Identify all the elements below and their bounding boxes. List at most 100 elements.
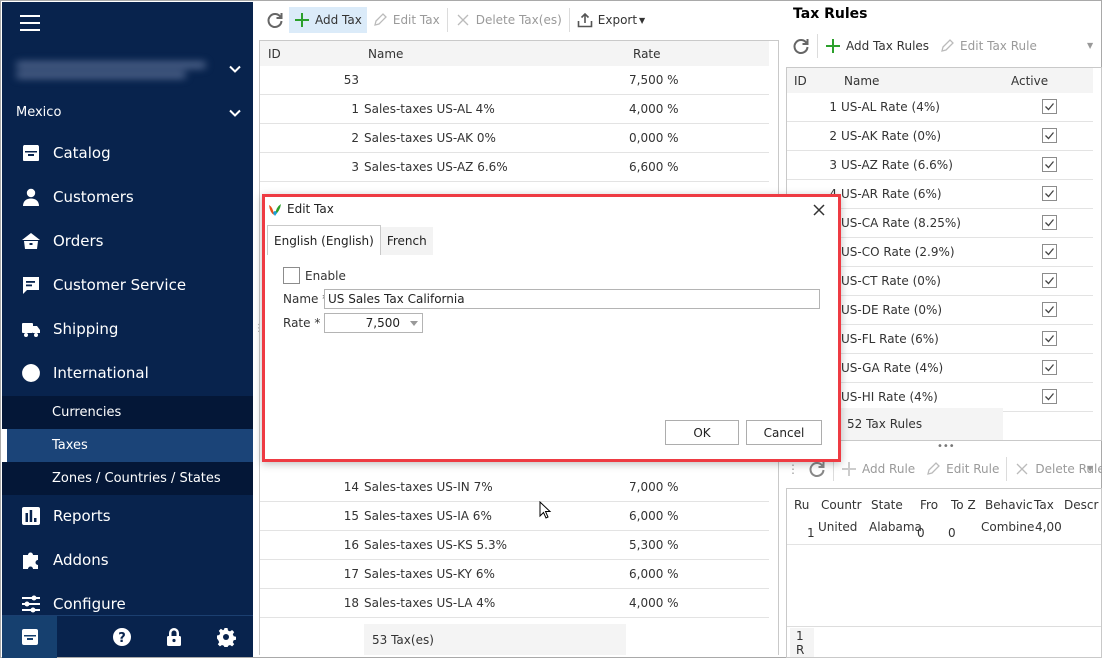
edit-tax-button[interactable]: Edit Tax [367, 7, 445, 33]
customer-icon [20, 186, 42, 208]
help-button[interactable]: ? [106, 616, 138, 658]
app-logo-icon [269, 204, 281, 216]
tax-rules-count: 52 Tax Rules [839, 408, 1003, 440]
cancel-button[interactable]: Cancel [746, 420, 822, 445]
toolbar-overflow-icon[interactable]: ▼ [1087, 464, 1093, 473]
column-header-active[interactable]: Active [1011, 74, 1048, 88]
table-row[interactable]: 2 Sales-taxes US-AK 0% 0,000 % [260, 124, 769, 153]
cell-rate: 4,000 % [629, 596, 679, 610]
table-row[interactable]: 16 Sales-taxes US-KS 5.3% 5,300 % [260, 531, 769, 560]
active-checkbox[interactable] [1042, 302, 1057, 317]
active-checkbox[interactable] [1042, 389, 1057, 404]
column-header[interactable]: Tax [1034, 498, 1054, 512]
sidebar-subitem-zones[interactable]: Zones / Countries / States [2, 462, 253, 495]
edit-tax-rule-button[interactable]: Edit Tax Rule [934, 33, 1042, 59]
ok-button[interactable]: OK [665, 420, 739, 445]
cell-name: US-AL Rate (4%) [841, 100, 940, 114]
check-icon [1045, 277, 1054, 285]
cell-id: 15 [343, 509, 359, 523]
sidebar-subitem-currencies[interactable]: Currencies [2, 396, 253, 429]
add-tax-rules-button[interactable]: Add Tax Rules [820, 33, 934, 59]
active-checkbox[interactable] [1042, 157, 1057, 172]
basket-icon [20, 230, 42, 252]
table-row[interactable]: 1 United Alabama 0 0 Combine 4,00 [787, 517, 1101, 545]
sidebar-subitem-taxes[interactable]: Taxes [2, 429, 253, 462]
active-checkbox[interactable] [1042, 186, 1057, 201]
table-row[interactable]: 3 US-AZ Rate (6.6%) [787, 151, 1093, 180]
store-selector[interactable] [16, 58, 216, 84]
check-icon [1045, 132, 1054, 140]
column-header-name[interactable]: Name [844, 74, 879, 88]
sidebar-item-label: Orders [53, 232, 104, 250]
lock-button[interactable] [158, 616, 190, 658]
export-button[interactable]: Export ▼ [572, 7, 650, 33]
refresh-icon [267, 13, 283, 28]
column-header-name[interactable]: Name [368, 47, 403, 61]
add-tax-button[interactable]: Add Tax [289, 7, 367, 33]
hamburger-menu-icon[interactable] [20, 15, 40, 31]
cell-rate: 0,000 % [629, 131, 679, 145]
edit-rule-button[interactable]: Edit Rule [920, 456, 1004, 482]
add-rule-button[interactable]: Add Rule [836, 456, 920, 482]
table-row[interactable]: 3 Sales-taxes US-AZ 6.6% 6,600 % [260, 153, 769, 182]
table-row[interactable]: 15 Sales-taxes US-IA 6% 6,000 % [260, 502, 769, 531]
store-button[interactable] [2, 616, 57, 658]
active-checkbox[interactable] [1042, 99, 1057, 114]
taxes-toolbar: Add Tax Edit Tax Delete Tax(es) Export ▼ [261, 7, 650, 33]
country-selector[interactable]: Mexico [16, 105, 61, 120]
sidebar-item-reports[interactable]: Reports [2, 494, 253, 538]
splitter-handle[interactable]: ••• [937, 441, 955, 452]
rate-spinner[interactable]: 7,500 [324, 313, 423, 333]
table-row[interactable]: 17 Sales-taxes US-KY 6% 6,000 % [260, 560, 769, 589]
name-input[interactable] [324, 289, 820, 309]
toolbar-overflow-icon[interactable]: ▼ [1087, 41, 1093, 50]
column-header[interactable]: State [871, 498, 903, 512]
active-checkbox[interactable] [1042, 331, 1057, 346]
active-checkbox[interactable] [1042, 360, 1057, 375]
chevron-down-icon[interactable] [229, 63, 241, 75]
cell-rate: 7,000 % [629, 480, 679, 494]
active-checkbox[interactable] [1042, 244, 1057, 259]
table-row[interactable]: 14 Sales-taxes US-IN 7% 7,000 % [260, 473, 769, 502]
column-header[interactable]: To Z [951, 498, 976, 512]
sidebar-item-catalog[interactable]: Catalog [2, 131, 253, 175]
table-row[interactable]: 1 Sales-taxes US-AL 4% 4,000 % [260, 95, 769, 124]
table-row[interactable]: 2 US-AK Rate (0%) [787, 122, 1093, 151]
sidebar-item-customer-service[interactable]: Customer Service [2, 263, 253, 307]
refresh-button[interactable] [787, 33, 815, 59]
column-header[interactable]: Descr [1064, 498, 1098, 512]
chevron-down-icon[interactable] [229, 107, 241, 119]
dropdown-arrow-icon[interactable] [406, 320, 422, 326]
sidebar-item-orders[interactable]: Orders [2, 219, 253, 263]
close-icon[interactable] [812, 203, 826, 217]
refresh-button[interactable] [261, 7, 289, 33]
table-row[interactable]: 1 US-AL Rate (4%) [787, 93, 1093, 122]
pencil-icon [941, 39, 954, 52]
table-row[interactable]: 53 7,500 % [260, 66, 769, 95]
enable-checkbox[interactable] [283, 267, 300, 284]
active-checkbox[interactable] [1042, 128, 1057, 143]
check-icon [1045, 393, 1054, 401]
column-header[interactable]: Countr [821, 498, 862, 512]
column-header[interactable]: Fro [920, 498, 938, 512]
column-header[interactable]: Ru [794, 498, 809, 512]
toolbar-separator [446, 8, 448, 32]
column-header-rate[interactable]: Rate [633, 47, 661, 61]
active-checkbox[interactable] [1042, 215, 1057, 230]
active-checkbox[interactable] [1042, 273, 1057, 288]
sidebar-item-shipping[interactable]: Shipping [2, 307, 253, 351]
sidebar-item-addons[interactable]: Addons [2, 538, 253, 582]
column-header-id[interactable]: ID [268, 47, 281, 61]
column-header[interactable]: Behavic [985, 498, 1033, 512]
column-header-id[interactable]: ID [794, 74, 807, 88]
sidebar-item-customers[interactable]: Customers [2, 175, 253, 219]
tab-english[interactable]: English (English) [267, 225, 381, 255]
tab-french[interactable]: French [380, 227, 433, 255]
app-window: Mexico Catalog Customers Orders Customer… [0, 0, 1102, 658]
dropdown-arrow-icon: ▼ [639, 15, 646, 25]
sidebar-item-international[interactable]: International [2, 351, 253, 395]
table-row[interactable]: 18 Sales-taxes US-LA 4% 4,000 % [260, 589, 769, 618]
delete-tax-button[interactable]: Delete Tax(es) [450, 7, 567, 33]
divider [787, 626, 1101, 627]
settings-button[interactable] [210, 616, 242, 658]
